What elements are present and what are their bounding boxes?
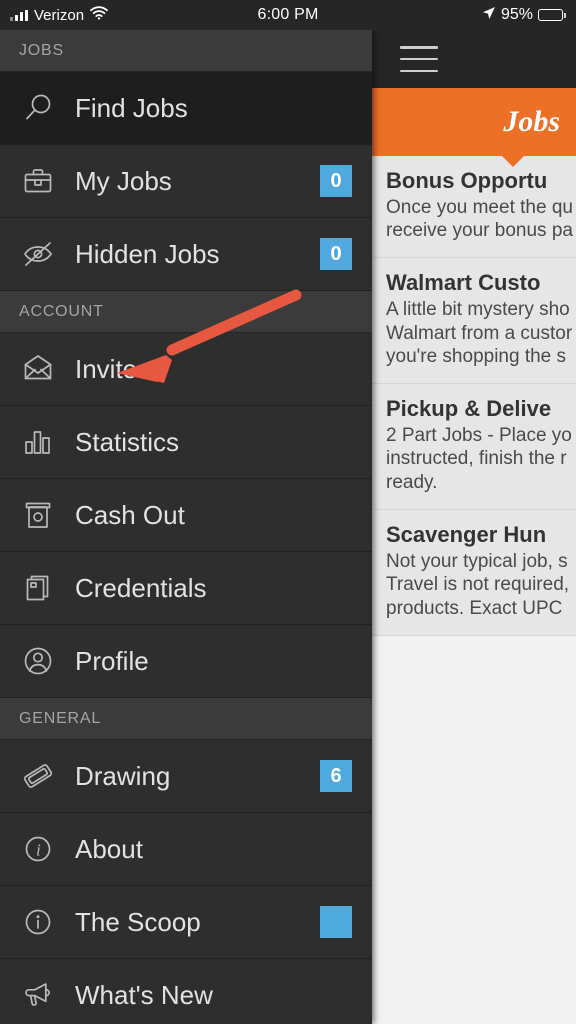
sidebar-item-statistics[interactable]: Statistics (0, 406, 372, 479)
sidebar-section-header: GENERAL (0, 698, 372, 740)
cash-dispenser-icon (19, 496, 57, 534)
sidebar-item-credentials[interactable]: Credentials (0, 552, 372, 625)
sidebar-item-label: Credentials (75, 572, 207, 603)
job-category-card[interactable]: Walmart Custo A little bit mystery sho Wa… (372, 258, 576, 384)
sidebar-item-label: Find Jobs (75, 92, 188, 123)
sidebar-item-badge: 0 (320, 238, 352, 270)
sidebar-item-label: Cash Out (75, 499, 185, 530)
navigation-drawer: JOBS Find Jobs My Jobs 0 Hidden Jobs 0 ACCOUNT… (0, 30, 372, 1024)
header-pointer-triangle (502, 156, 524, 167)
sidebar-item-label: My Jobs (75, 165, 172, 196)
envelope-icon (19, 350, 57, 388)
sidebar-item-profile[interactable]: Profile (0, 625, 372, 698)
content-top-bar (372, 30, 576, 88)
sidebar-item-the-scoop[interactable]: The Scoop (0, 886, 372, 959)
sidebar-item-cash-out[interactable]: Cash Out (0, 479, 372, 552)
location-arrow-icon (482, 6, 496, 25)
job-category-list: Bonus Opportu Once you meet the qu receiv… (372, 156, 576, 636)
job-category-title: Scavenger Hun (386, 521, 547, 547)
battery-icon (538, 9, 566, 21)
bar-chart-icon (19, 423, 57, 461)
sidebar-item-drawing[interactable]: Drawing 6 (0, 740, 372, 813)
sidebar-item-find-jobs[interactable]: Find Jobs (0, 72, 372, 145)
job-category-title: Pickup & Delive (386, 396, 552, 421)
sidebar-item-label: Drawing (75, 760, 171, 791)
sidebar-item-invite[interactable]: Invite (0, 333, 372, 406)
sidebar-item-about[interactable]: i About (0, 813, 372, 886)
content-panel: Jobs Bonus Opportu Once you meet the qu r… (372, 30, 576, 1024)
eye-slash-icon (19, 235, 57, 273)
info-circle-icon (19, 903, 57, 941)
sidebar-item-label: About (75, 833, 143, 864)
job-category-description: Once you meet the qu receive your bonus … (386, 196, 573, 242)
status-bar: Verizon 6:00 PM 95% (0, 0, 576, 30)
user-circle-icon (19, 642, 57, 680)
info-italic-icon: i (19, 830, 57, 868)
job-category-card[interactable]: Bonus Opportu Once you meet the qu receiv… (372, 156, 576, 259)
job-category-title: Bonus Opportu (386, 168, 548, 193)
job-category-description: Not your typical job, s Travel is not re… (386, 550, 570, 620)
svg-text:i: i (36, 840, 41, 859)
sidebar-item-badge: 0 (320, 165, 352, 197)
sidebar-item-hidden-jobs[interactable]: Hidden Jobs 0 (0, 218, 372, 291)
page-title: Jobs (503, 105, 560, 138)
sidebar-item-label: Invite (75, 353, 138, 384)
sidebar-item-label: Statistics (75, 426, 180, 457)
job-category-description: A little bit mystery sho Walmart from a … (386, 298, 573, 368)
sidebar-item-label: Hidden Jobs (75, 238, 220, 269)
page-header: Jobs (372, 88, 576, 167)
job-category-description: 2 Part Jobs - Place yo instructed, finis… (386, 424, 572, 494)
megaphone-icon (19, 976, 57, 1014)
hamburger-menu-icon[interactable] (400, 46, 438, 72)
job-category-title: Walmart Custo (386, 270, 541, 296)
sidebar-section-header: ACCOUNT (0, 291, 372, 333)
job-category-card[interactable]: Pickup & Delive 2 Part Jobs - Place yo in… (372, 384, 576, 510)
ticket-icon (19, 757, 57, 795)
status-bar-right: 95% (482, 6, 576, 25)
documents-icon (19, 569, 57, 607)
sidebar-item-label: Profile (75, 645, 149, 676)
battery-percent-label: 95% (500, 6, 533, 23)
search-icon (19, 89, 57, 127)
app-root: Verizon 6:00 PM 95% Jobs Bonus Opportu O… (0, 0, 576, 1024)
sidebar-item-badge: 6 (320, 760, 352, 792)
sidebar-item-what-s-new[interactable]: What's New (0, 959, 372, 1024)
sidebar-item-my-jobs[interactable]: My Jobs 0 (0, 145, 372, 218)
sidebar-item-badge (320, 906, 352, 938)
job-category-card[interactable]: Scavenger Hun Not your typical job, s Tra… (372, 510, 576, 636)
sidebar-section-header: JOBS (0, 30, 372, 72)
sidebar-item-label: What's New (75, 979, 213, 1010)
briefcase-icon (19, 162, 57, 200)
sidebar-item-label: The Scoop (75, 906, 201, 937)
